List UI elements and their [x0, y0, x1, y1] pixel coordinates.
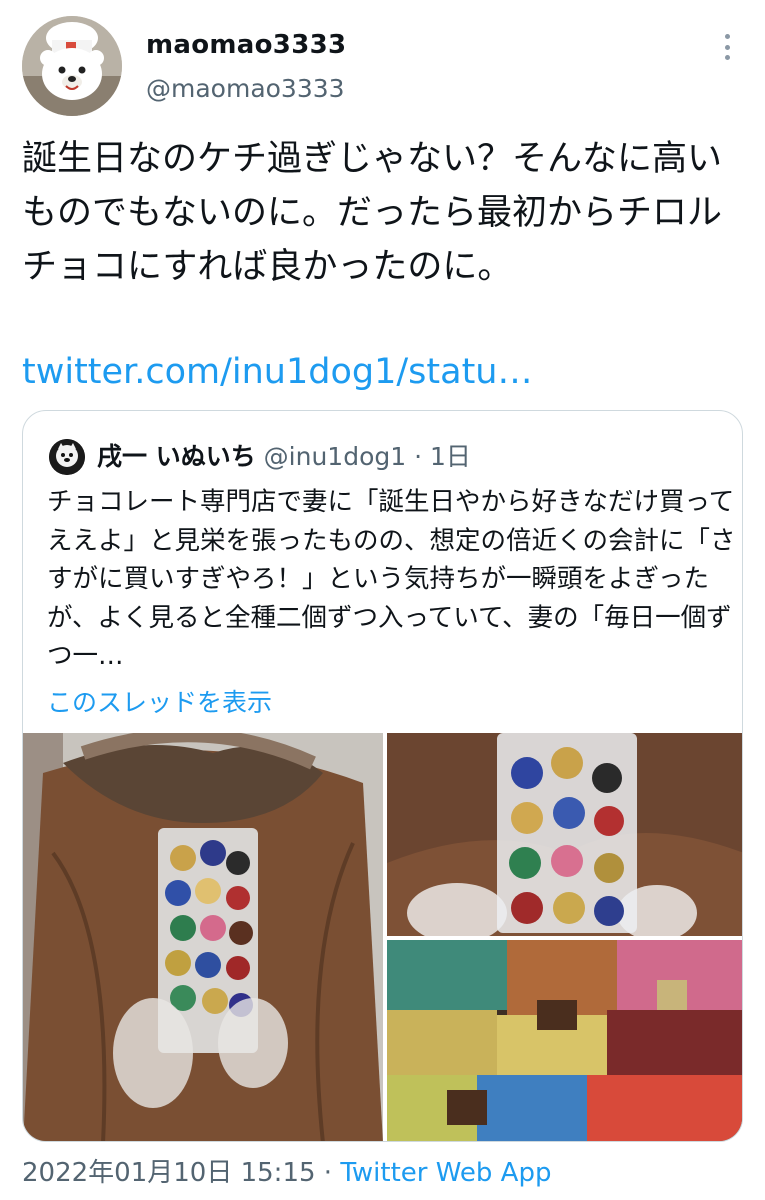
- chocolate-store-display-photo[interactable]: [387, 940, 742, 1141]
- quoted-author-name[interactable]: 戌一 いぬいち: [97, 442, 256, 471]
- quoted-media-grid: [23, 733, 742, 1141]
- show-thread-link[interactable]: このスレッドを表示: [47, 683, 272, 719]
- author-name[interactable]: maomao3333: [146, 30, 346, 60]
- quoted-tweet-text: チョコレート専門店で妻に「誕生日やから好きなだけ買ってええよ」と見栄を張ったもの…: [47, 487, 736, 671]
- quoted-time[interactable]: 1日: [430, 442, 471, 471]
- quoted-tweet-card[interactable]: 戌一 いぬいち @inu1dog1 · 1日 チョコレート専門店で妻に「誕生日や…: [22, 410, 743, 1142]
- chocolate-bag-closeup-photo[interactable]: [387, 733, 742, 936]
- author-handle[interactable]: @maomao3333: [146, 74, 345, 103]
- dog-avatar-icon: [49, 439, 85, 475]
- quoted-separator: ·: [414, 442, 431, 471]
- quoted-author-avatar[interactable]: [49, 439, 85, 475]
- quoted-author-handle[interactable]: @inu1dog1: [264, 442, 406, 471]
- tweet-text: 誕生日なのケチ過ぎじゃない？そんなに高いものでもないのに。だったら最初からチロル…: [22, 139, 723, 287]
- polar-bear-chef-icon: [22, 16, 122, 116]
- author-avatar[interactable]: [22, 16, 122, 116]
- quoted-tweet-header: 戌一 いぬいち @inu1dog1 · 1日: [97, 437, 471, 473]
- more-options-icon[interactable]: [712, 30, 742, 64]
- tweet-source[interactable]: Twitter Web App: [340, 1158, 551, 1188]
- tweet-timestamp[interactable]: 2022年01月10日 15:15: [22, 1158, 316, 1188]
- tweet-timestamp-row: 2022年01月10日 15:15 · Twitter Web App: [22, 1152, 551, 1189]
- chocolate-bag-held-photo[interactable]: [23, 733, 383, 1141]
- timestamp-separator: ·: [315, 1158, 341, 1188]
- tweet-link[interactable]: twitter.com/inu1dog1/statu…: [22, 352, 532, 392]
